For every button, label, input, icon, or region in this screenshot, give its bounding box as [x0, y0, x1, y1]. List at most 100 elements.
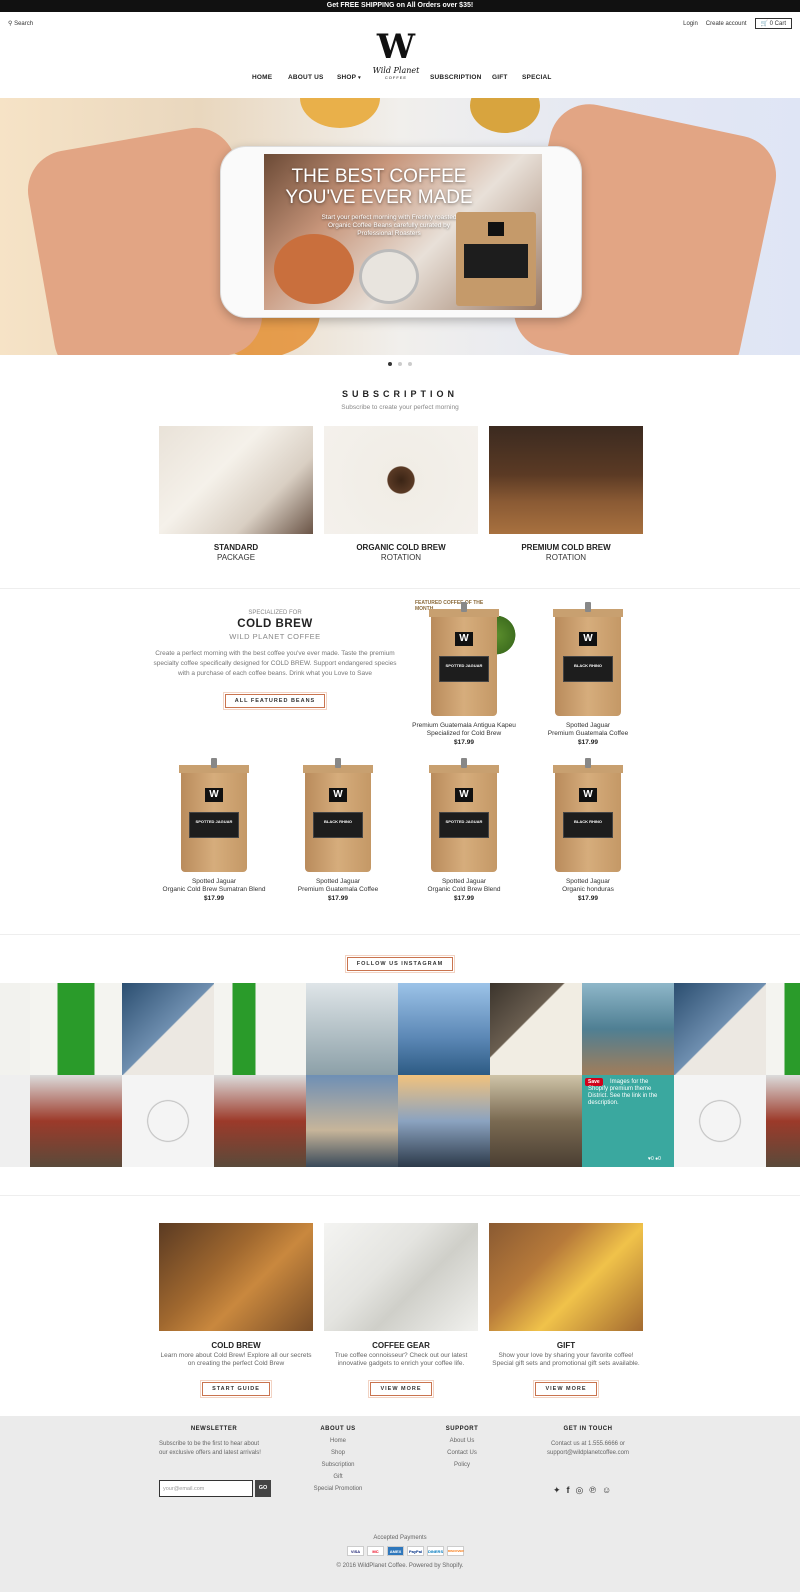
- instagram-photo[interactable]: [582, 983, 674, 1075]
- card-image: [324, 426, 478, 534]
- bag-label-text: BLACK RHINO: [574, 663, 602, 668]
- nav-shop[interactable]: SHOP ▾: [337, 74, 361, 81]
- cart-button[interactable]: 🛒 0 Cart: [754, 18, 792, 29]
- product-price: $17.99: [454, 739, 474, 746]
- card-description: True coffee connoisseur? Check out our l…: [334, 1352, 468, 1367]
- bag-label-text: BLACK RHINO: [324, 819, 352, 824]
- bag-label: SPOTTED JAGUAR: [189, 812, 239, 838]
- card-image: [489, 1223, 643, 1331]
- instagram-photo[interactable]: [674, 983, 766, 1075]
- instagram-photo[interactable]: [0, 1075, 30, 1167]
- subscription-card-standard[interactable]: STANDARD PACKAGE: [159, 426, 313, 562]
- product-image: W SPOTTED JAGUAR: [429, 758, 499, 872]
- coldbrew-kicker: SPECIALIZED FOR: [248, 610, 302, 616]
- product-card[interactable]: W BLACK RHINO Spotted Jaguar Premium Guate…: [528, 602, 648, 746]
- instagram-photo[interactable]: [766, 983, 800, 1075]
- instagram-photo[interactable]: [214, 983, 306, 1075]
- newsletter-go-button[interactable]: GO: [255, 1480, 271, 1497]
- nav-subscription[interactable]: SUBSCRIPTION: [430, 74, 482, 81]
- hero-slider[interactable]: THE BEST COFFEE YOU'VE EVER MADE Start yo…: [0, 98, 800, 355]
- login-link[interactable]: Login: [683, 21, 698, 27]
- instagram-photo[interactable]: [30, 983, 122, 1075]
- bag-label: SPOTTED JAGUAR: [439, 656, 489, 682]
- instagram-photo[interactable]: [0, 983, 30, 1075]
- instagram-photo[interactable]: [122, 1075, 214, 1167]
- footer-link-contact[interactable]: Contact Us: [432, 1450, 492, 1456]
- instagram-stats: ♥0 ●0: [648, 1156, 661, 1162]
- create-account-link[interactable]: Create account: [706, 21, 747, 27]
- instagram-photo[interactable]: [766, 1075, 800, 1167]
- footer-link-policy[interactable]: Policy: [432, 1462, 492, 1468]
- instagram-photo[interactable]: [30, 1075, 122, 1167]
- footer-link-home[interactable]: Home: [308, 1438, 368, 1444]
- coldbrew-description: Create a perfect morning with the best c…: [153, 650, 397, 677]
- product-image: W SPOTTED JAGUAR: [179, 758, 249, 872]
- product-name-line1: Premium Guatemala Antigua Kapeu: [412, 722, 516, 729]
- hero-dot-1[interactable]: [388, 362, 392, 366]
- product-name-line2: Premium Guatemala Coffee: [547, 730, 629, 737]
- chevron-down-icon: ▾: [358, 75, 361, 81]
- instagram-photo[interactable]: [306, 983, 398, 1075]
- instagram-photo-hover[interactable]: Save Images for the Shopify premium them…: [582, 1075, 674, 1167]
- follow-instagram-button[interactable]: FOLLOW US INSTAGRAM: [344, 955, 456, 973]
- footer-link-subscription[interactable]: Subscription: [308, 1462, 368, 1468]
- coldbrew-promo: SPECIALIZED FOR COLD BREW WILD PLANET CO…: [150, 610, 400, 710]
- start-guide-button[interactable]: START GUIDE: [200, 1380, 272, 1398]
- view-more-gear-button[interactable]: VIEW MORE: [368, 1380, 434, 1398]
- instagram-photo[interactable]: [490, 983, 582, 1075]
- instagram-photo[interactable]: [398, 1075, 490, 1167]
- instagram-photo[interactable]: [306, 1075, 398, 1167]
- nav-special[interactable]: SPECIAL: [522, 74, 552, 81]
- amex-icon: AMEX: [387, 1546, 404, 1556]
- newsletter-email-input[interactable]: your@email.com: [159, 1480, 253, 1497]
- instagram-photo[interactable]: [122, 983, 214, 1075]
- instagram-photo[interactable]: [674, 1075, 766, 1167]
- product-card[interactable]: W BLACK RHINO Spotted Jaguar Organic hondu…: [528, 758, 648, 902]
- product-name-line2: Organic Cold Brew Sumatran Blend: [162, 886, 266, 893]
- card-image: [159, 1223, 313, 1331]
- mastercard-icon: MC: [367, 1546, 384, 1556]
- product-card[interactable]: W BLACK RHINO Spotted Jaguar Premium Guate…: [278, 758, 398, 902]
- footer-link-special[interactable]: Special Promotion: [308, 1486, 368, 1492]
- subscription-subtitle: Subscribe to create your perfect morning: [341, 404, 459, 411]
- instagram-icon[interactable]: ◎: [576, 1485, 584, 1496]
- subscription-card-organic[interactable]: ORGANIC COLD BREW ROTATION: [324, 426, 478, 562]
- nav-about[interactable]: ABOUT US: [288, 74, 324, 81]
- pinterest-icon[interactable]: ℗: [589, 1485, 596, 1496]
- newsletter-title: NEWSLETTER: [190, 1426, 238, 1432]
- info-card-gear: COFFEE GEAR True coffee connoisseur? Che…: [324, 1223, 478, 1398]
- facebook-icon[interactable]: f: [567, 1485, 570, 1496]
- search-link[interactable]: ⚲ Search: [8, 20, 33, 27]
- card-subtitle: ROTATION: [545, 553, 587, 562]
- bag-logo: W: [579, 788, 597, 802]
- bag-label-text: BLACK RHINO: [574, 819, 602, 824]
- visa-icon: VISA: [347, 1546, 364, 1556]
- all-featured-beans-button[interactable]: ALL FEATURED BEANS: [222, 692, 328, 710]
- info-card-gift: GIFT Show your love by sharing your favo…: [489, 1223, 643, 1398]
- footer-link-shop[interactable]: Shop: [308, 1450, 368, 1456]
- hero-pagination: [388, 362, 412, 366]
- subscription-card-premium[interactable]: PREMIUM COLD BREW ROTATION: [489, 426, 643, 562]
- hero-dot-2[interactable]: [398, 362, 402, 366]
- view-more-gift-button[interactable]: VIEW MORE: [533, 1380, 599, 1398]
- site-logo[interactable]: W Wild Planet COFFEE: [371, 28, 421, 86]
- footer-link-about-us[interactable]: About Us: [432, 1438, 492, 1444]
- nav-home[interactable]: HOME: [252, 74, 272, 81]
- instagram-photo[interactable]: [398, 983, 490, 1075]
- nav-shop-label: SHOP: [337, 74, 357, 81]
- hero-dot-3[interactable]: [408, 362, 412, 366]
- footer-link-gift[interactable]: Gift: [308, 1474, 368, 1480]
- instagram-photo[interactable]: [490, 1075, 582, 1167]
- footer-support: SUPPORT About Us Contact Us Policy: [432, 1426, 492, 1468]
- instagram-photo[interactable]: [214, 1075, 306, 1167]
- product-card[interactable]: W SPOTTED JAGUAR Premium Guatemala Antigu…: [404, 602, 524, 746]
- product-name: Spotted Jaguar Organic honduras: [528, 878, 648, 894]
- nav-gift[interactable]: GIFT: [492, 74, 508, 81]
- snapchat-icon[interactable]: ☺: [602, 1485, 611, 1496]
- contact-email[interactable]: support@wildplanetcoffee.com: [530, 1449, 646, 1458]
- product-card[interactable]: W SPOTTED JAGUAR Spotted Jaguar Organic Co…: [154, 758, 274, 902]
- footer-contact: GET IN TOUCH Contact us at 1.555.6666 or…: [530, 1426, 646, 1458]
- product-card[interactable]: W SPOTTED JAGUAR Spotted Jaguar Organic Co…: [404, 758, 524, 902]
- card-description: Show your love by sharing your favorite …: [492, 1352, 640, 1367]
- twitter-icon[interactable]: ✦: [553, 1485, 561, 1496]
